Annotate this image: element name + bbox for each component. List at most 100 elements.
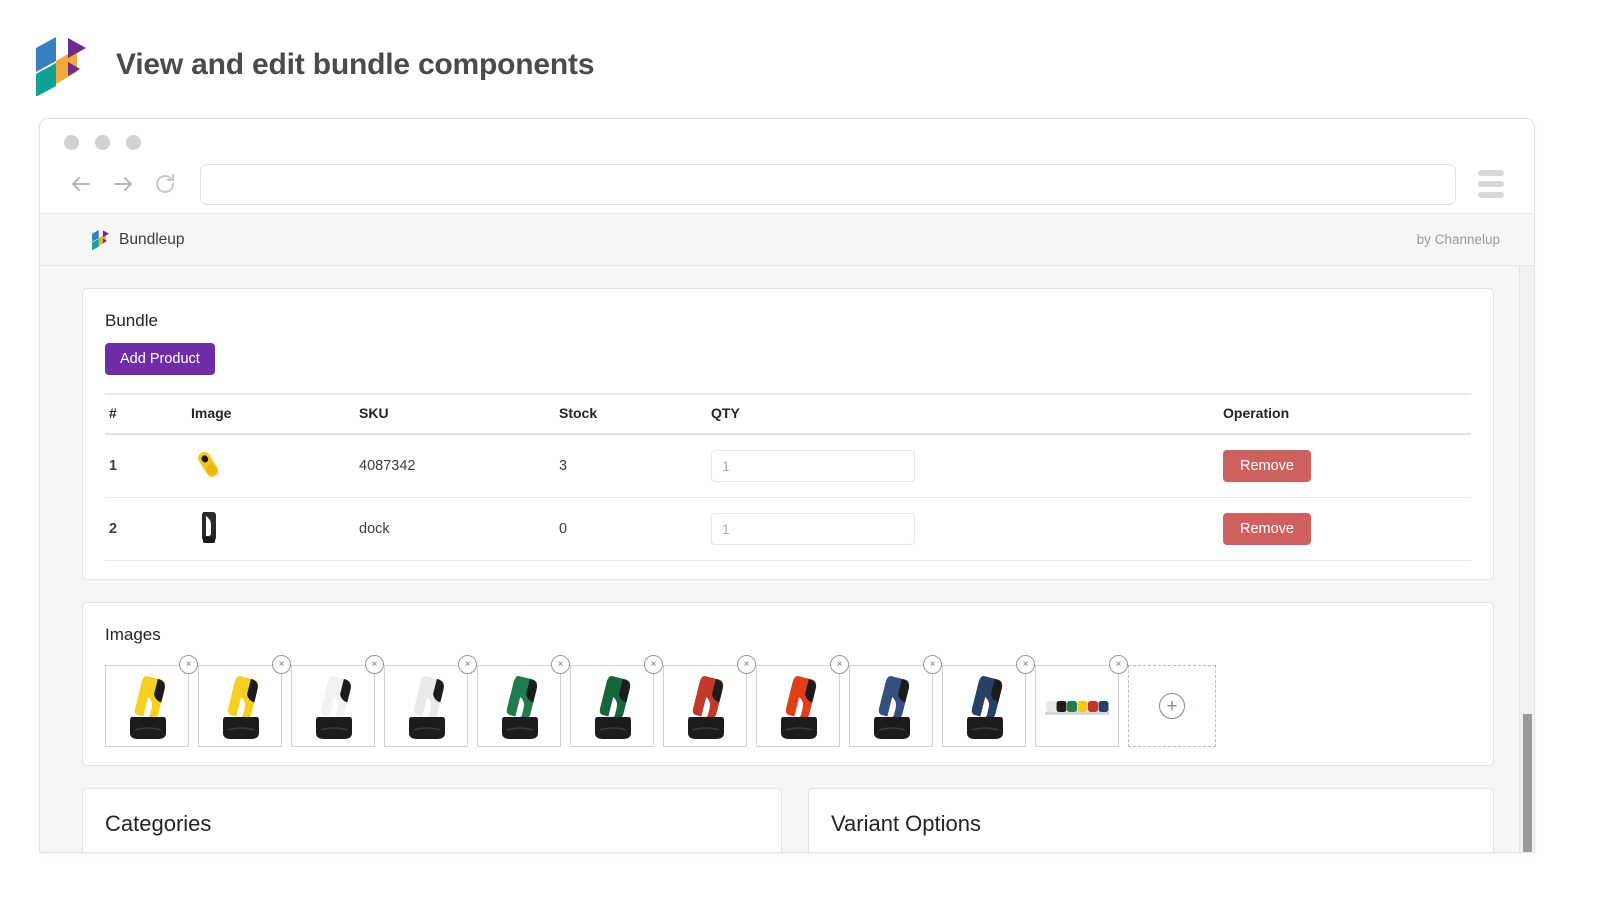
maximize-window-dot[interactable] [126, 135, 141, 150]
close-circle-icon[interactable]: × [1109, 655, 1128, 674]
white-scanner-in-dock-picture [296, 669, 370, 743]
bundle-table-header-row: # Image SKU Stock QTY Operation [105, 394, 1471, 434]
multicolor-scanner-row[interactable]: × [1035, 665, 1119, 747]
multicolor-scanner-row-picture [1040, 669, 1114, 743]
orange-red-scanner-in-dock-picture [761, 669, 835, 743]
close-circle-icon[interactable]: × [458, 655, 477, 674]
bundleup-logo-icon [90, 229, 109, 250]
close-circle-icon[interactable]: × [830, 655, 849, 674]
categories-column: Categories Search Categories [82, 788, 782, 852]
close-circle-icon[interactable]: × [179, 655, 198, 674]
scrollbar-thumb[interactable] [1523, 714, 1532, 852]
add-product-button[interactable]: Add Product [105, 343, 215, 375]
close-circle-icon[interactable]: × [737, 655, 756, 674]
browser-chrome [40, 119, 1534, 214]
row-index: 1 [105, 434, 187, 498]
navy-scanner-in-dock[interactable]: × [942, 665, 1026, 747]
channelup-logo-icon [30, 34, 86, 96]
row-stock: 0 [555, 498, 707, 561]
column-header-image: Image [187, 394, 355, 434]
hamburger-menu-icon[interactable] [1468, 163, 1514, 205]
column-header-sku: SKU [355, 394, 555, 434]
red-scanner-in-dock[interactable]: × [663, 665, 747, 747]
row-index: 2 [105, 498, 187, 561]
bundle-heading: Bundle [105, 311, 1471, 331]
reload-icon[interactable] [144, 163, 186, 205]
row-qty-cell [707, 434, 1219, 498]
images-card: Images ×××××××××××+ [82, 602, 1494, 766]
navy-scanner-in-dock-picture [947, 669, 1021, 743]
yellow-barcode-scanner-thumbnail [191, 472, 225, 488]
table-row: 1 [105, 434, 1471, 498]
bottom-row: Categories Search Categories Variant Opt… [82, 788, 1494, 852]
qty-input[interactable] [711, 450, 915, 482]
dark-green-scanner-in-dock-picture [575, 669, 649, 743]
vertical-scrollbar[interactable] [1519, 266, 1534, 852]
app-scroll-content: Bundle Add Product # Image SKU Stock QTY… [40, 266, 1534, 852]
close-circle-icon[interactable]: × [644, 655, 663, 674]
row-image-cell [187, 434, 355, 498]
yellow-black-scanner-in-dock-picture [203, 669, 277, 743]
row-sku: 4087342 [355, 434, 555, 498]
close-window-dot[interactable] [64, 135, 79, 150]
variant-options-card: Variant Options Add Option 1 Colour [808, 788, 1494, 852]
black-scanner-in-dock-picture [389, 669, 463, 743]
row-operation-cell: Remove [1219, 434, 1471, 498]
yellow-scanner-in-dock-picture [110, 669, 184, 743]
column-header-operation: Operation [1219, 394, 1471, 434]
close-circle-icon[interactable]: × [365, 655, 384, 674]
table-row: 2 dock [105, 498, 1471, 561]
black-scanner-in-dock[interactable]: × [384, 665, 468, 747]
window-traffic-lights [64, 135, 141, 150]
blue-scanner-in-dock[interactable]: × [849, 665, 933, 747]
minimize-window-dot[interactable] [95, 135, 110, 150]
row-stock: 3 [555, 434, 707, 498]
red-scanner-in-dock-picture [668, 669, 742, 743]
column-header-stock: Stock [555, 394, 707, 434]
page-header: View and edit bundle components [0, 0, 1600, 112]
column-header-qty: QTY [707, 394, 1219, 434]
row-image-cell [187, 498, 355, 561]
yellow-scanner-in-dock[interactable]: × [105, 665, 189, 747]
dark-green-scanner-in-dock[interactable]: × [570, 665, 654, 747]
categories-heading: Categories [105, 811, 759, 837]
black-scanner-dock-thumbnail [191, 535, 225, 551]
page-title: View and edit bundle components [116, 48, 594, 82]
app-bar-title: Bundleup [119, 231, 185, 249]
white-scanner-in-dock[interactable]: × [291, 665, 375, 747]
green-scanner-in-dock[interactable]: × [477, 665, 561, 747]
app-bar: Bundleup by Channelup [40, 214, 1534, 266]
close-circle-icon[interactable]: × [1016, 655, 1035, 674]
row-qty-cell [707, 498, 1219, 561]
browser-nav-row [60, 163, 1514, 205]
blue-scanner-in-dock-picture [854, 669, 928, 743]
row-operation-cell: Remove [1219, 498, 1471, 561]
app-bar-brand[interactable]: Bundleup [90, 229, 185, 250]
remove-button[interactable]: Remove [1223, 513, 1311, 545]
categories-card: Categories Search Categories [82, 788, 782, 852]
images-heading: Images [105, 625, 1471, 645]
images-strip: ×××××××××××+ [105, 659, 1471, 747]
green-scanner-in-dock-picture [482, 669, 556, 743]
remove-button[interactable]: Remove [1223, 450, 1311, 482]
close-circle-icon[interactable]: × [551, 655, 570, 674]
close-circle-icon[interactable]: × [923, 655, 942, 674]
plus-circle-icon: + [1159, 693, 1185, 719]
yellow-black-scanner-in-dock[interactable]: × [198, 665, 282, 747]
variant-options-heading: Variant Options [831, 811, 1471, 837]
bundle-card: Bundle Add Product # Image SKU Stock QTY… [82, 288, 1494, 580]
orange-red-scanner-in-dock[interactable]: × [756, 665, 840, 747]
add-image-tile[interactable]: + [1128, 665, 1216, 747]
url-input[interactable] [200, 164, 1456, 205]
qty-input[interactable] [711, 513, 915, 545]
browser-window: Bundleup by Channelup Bundle Add Product… [39, 118, 1535, 853]
back-arrow-icon[interactable] [60, 163, 102, 205]
variants-column: Variant Options Add Option 1 Colour [808, 788, 1494, 852]
app-viewport: Bundle Add Product # Image SKU Stock QTY… [40, 266, 1534, 852]
row-sku: dock [355, 498, 555, 561]
app-bar-attribution: by Channelup [1417, 232, 1500, 247]
forward-arrow-icon[interactable] [102, 163, 144, 205]
bundle-table: # Image SKU Stock QTY Operation 1 [105, 393, 1471, 561]
close-circle-icon[interactable]: × [272, 655, 291, 674]
column-header-index: # [105, 394, 187, 434]
